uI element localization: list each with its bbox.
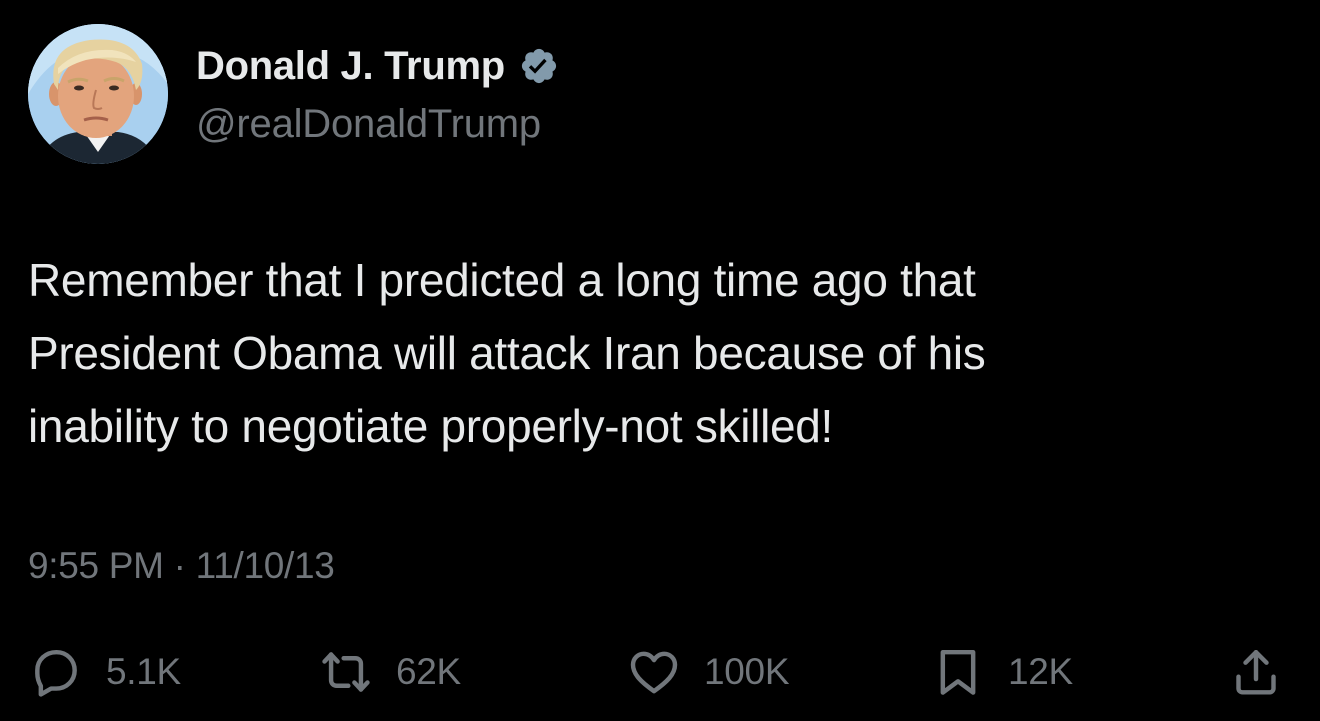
reply-count: 5.1K xyxy=(106,651,181,692)
bookmark-button[interactable]: 12K xyxy=(930,640,1073,704)
tweet-timestamp[interactable]: 9:55 PM · 11/10/13 xyxy=(28,545,335,587)
tweet-text-line: President Obama will attack Iran because… xyxy=(28,327,986,379)
share-button[interactable] xyxy=(1228,640,1284,704)
name-row: Donald J. Trump xyxy=(196,40,559,92)
bookmark-count: 12K xyxy=(1008,651,1073,692)
bookmark-icon xyxy=(930,644,986,700)
avatar[interactable] xyxy=(28,24,168,164)
username-handle[interactable]: @realDonaldTrump xyxy=(196,102,559,147)
retweet-button[interactable]: 62K xyxy=(318,640,461,704)
like-button[interactable]: 100K xyxy=(626,640,790,704)
reply-button[interactable]: 5.1K xyxy=(28,640,181,704)
heart-icon xyxy=(626,644,682,700)
profile-photo xyxy=(28,24,168,164)
action-bar: 5.1K 62K 100K 12K xyxy=(0,640,1320,704)
tweet-text: Remember that I predicted a long time ag… xyxy=(28,244,1288,463)
verified-badge-icon[interactable] xyxy=(519,46,559,86)
author-info: Donald J. Trump @realDonaldTrump xyxy=(196,40,559,147)
tweet-text-line: Remember that I predicted a long time ag… xyxy=(28,254,976,306)
like-count: 100K xyxy=(704,651,790,692)
display-name[interactable]: Donald J. Trump xyxy=(196,44,505,89)
tweet-text-line: inability to negotiate properly-not skil… xyxy=(28,400,834,452)
reply-icon xyxy=(28,644,84,700)
retweet-icon xyxy=(318,644,374,700)
share-icon xyxy=(1228,644,1284,700)
tweet-card: Donald J. Trump @realDonaldTrump Remembe… xyxy=(0,0,1320,721)
retweet-count: 62K xyxy=(396,651,461,692)
